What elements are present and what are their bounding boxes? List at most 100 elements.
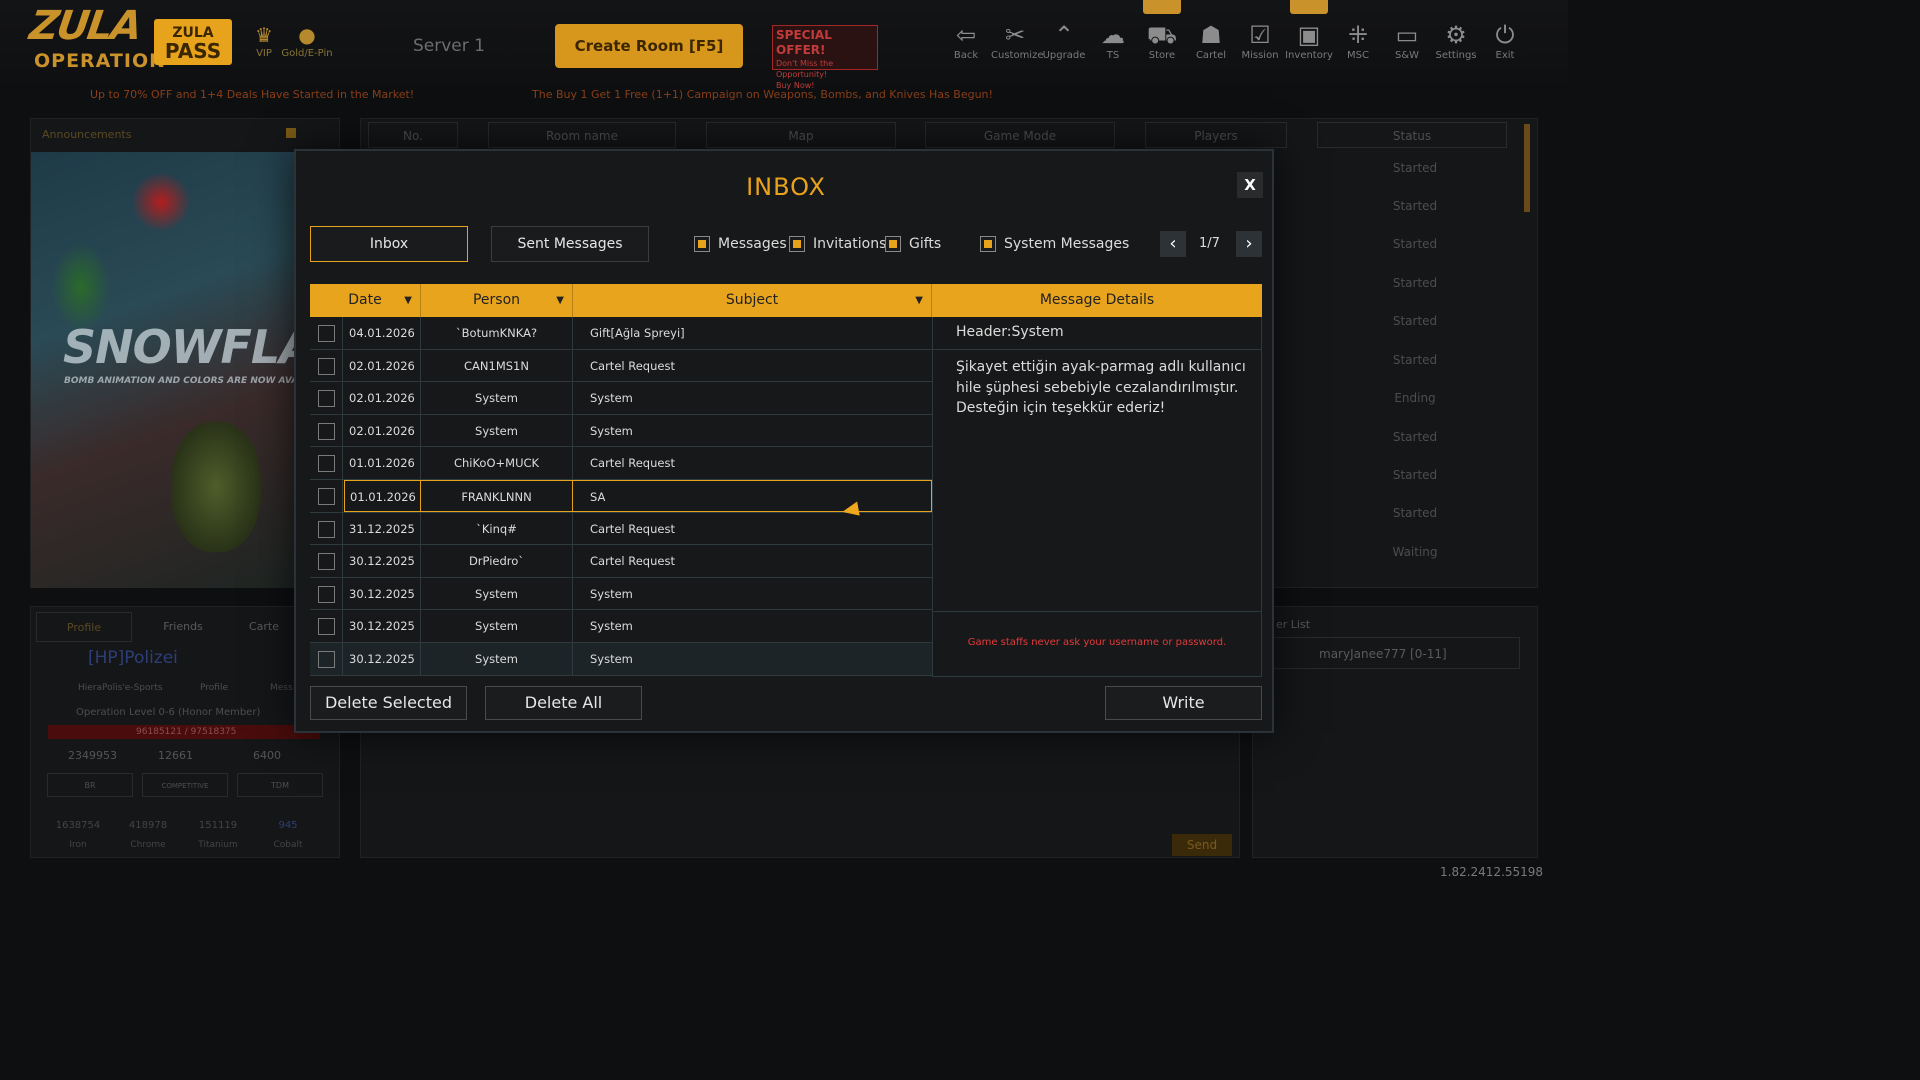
row-checkbox[interactable] <box>317 520 335 538</box>
tab-profile[interactable]: Profile <box>36 612 132 642</box>
row-checkbox-cell[interactable] <box>310 577 343 610</box>
filter-invitations[interactable]: Invitations <box>789 235 886 253</box>
row-checkbox[interactable] <box>317 455 335 473</box>
row-checkbox[interactable] <box>317 618 335 636</box>
sort-down-icon[interactable]: ▼ <box>556 284 564 317</box>
inbox-row[interactable]: 30.12.2025 DrPiedro` Cartel Request <box>310 545 932 578</box>
room-col-players[interactable]: Players <box>1145 122 1287 148</box>
row-checkbox[interactable] <box>317 585 335 603</box>
clan-name[interactable]: HieraPolis'e-Sports <box>78 683 162 693</box>
row-subject: Cartel Request <box>590 456 675 471</box>
room-status: Ending <box>1394 391 1436 405</box>
delete-selected-button[interactable]: Delete Selected <box>310 686 467 720</box>
row-checkbox-cell[interactable] <box>310 643 343 675</box>
friend-entry[interactable]: maryJanee777 [0-11] <box>1262 637 1520 669</box>
prev-page-button[interactable]: ‹ <box>1160 231 1186 257</box>
system-messages-checkbox[interactable] <box>980 236 996 252</box>
room-col-map[interactable]: Map <box>706 122 896 148</box>
zula-pass-button[interactable]: ZULA PASS <box>154 19 232 65</box>
row-checkbox-cell[interactable] <box>310 349 343 382</box>
delete-all-button[interactable]: Delete All <box>485 686 642 720</box>
room-col-no[interactable]: No. <box>368 122 458 148</box>
message-small-button[interactable]: Mess <box>270 683 293 693</box>
tab-inbox[interactable]: Inbox <box>310 226 468 262</box>
filter-system-messages[interactable]: System Messages <box>980 235 1129 253</box>
vip-button[interactable]: ♛ VIP <box>250 22 278 59</box>
nav-inventory[interactable]: ▣ Inventory <box>1285 20 1333 61</box>
close-button[interactable]: X <box>1237 172 1263 198</box>
inbox-row[interactable]: 30.12.2025 System System <box>310 610 932 643</box>
room-col-status[interactable]: Status <box>1317 122 1507 148</box>
nav-ts[interactable]: ☁ TS <box>1089 20 1137 61</box>
inbox-row[interactable]: 02.01.2026 CAN1MS1N Cartel Request <box>310 349 932 383</box>
row-checkbox[interactable] <box>317 325 335 342</box>
inbox-row[interactable]: 02.01.2026 System System <box>310 382 932 415</box>
tab-cartel[interactable]: Carte <box>234 612 294 642</box>
col-person[interactable]: Person ▼ <box>421 284 573 317</box>
nav-label: Back <box>953 50 979 61</box>
row-checkbox[interactable] <box>317 390 335 408</box>
nav-settings[interactable]: ⚙ Settings <box>1432 20 1480 61</box>
inbox-row[interactable]: 30.12.2025 System System <box>310 643 932 676</box>
nav-sw[interactable]: ▭ S&W <box>1383 20 1431 61</box>
row-checkbox-cell[interactable] <box>310 545 343 578</box>
tab-friends[interactable]: Friends <box>134 612 232 642</box>
row-checkbox[interactable] <box>317 422 335 440</box>
messages-checkbox[interactable] <box>694 236 710 252</box>
nav-mission[interactable]: ☑ Mission <box>1236 20 1284 61</box>
write-button[interactable]: Write <box>1105 686 1262 720</box>
gifts-checkbox[interactable] <box>885 236 901 252</box>
mode-competitive-button[interactable]: COMPETITIVE <box>142 773 228 797</box>
row-checkbox-cell[interactable] <box>310 317 343 349</box>
filter-gifts[interactable]: Gifts <box>885 235 941 253</box>
nav-msc[interactable]: ⁜ MSC <box>1334 20 1382 61</box>
nav-customize[interactable]: ✂ Customize <box>991 20 1044 61</box>
tab-sent-messages[interactable]: Sent Messages <box>491 226 649 262</box>
row-checkbox-cell[interactable] <box>310 512 343 545</box>
row-checkbox[interactable] <box>317 488 335 505</box>
row-checkbox-cell[interactable] <box>310 610 343 643</box>
row-date: 30.12.2025 <box>344 610 421 643</box>
inbox-row-highlighted[interactable]: 01.01.2026 FRANKLNNN SA <box>310 480 932 513</box>
row-checkbox-cell[interactable] <box>310 382 343 415</box>
mode-br-button[interactable]: BR <box>47 773 133 797</box>
nav-store[interactable]: ⛟ Store <box>1138 20 1186 61</box>
row-checkbox[interactable] <box>317 651 335 668</box>
nav-exit[interactable]: ⏻ Exit <box>1481 20 1529 61</box>
special-offer-sub: Don't Miss the Opportunity! <box>776 59 834 79</box>
inbox-row[interactable]: 30.12.2025 System System <box>310 577 932 611</box>
create-room-button[interactable]: Create Room [F5] <box>555 24 743 68</box>
next-page-button[interactable]: › <box>1236 231 1262 257</box>
inbox-row[interactable]: 01.01.2026 ChiKoO+MUCK Cartel Request <box>310 447 932 480</box>
sort-down-icon[interactable]: ▼ <box>404 284 412 317</box>
gold-epin-button[interactable]: ● Gold/E-Pin <box>280 22 334 59</box>
rank-cobalt-label: Cobalt <box>273 840 303 850</box>
col-date[interactable]: Date ▼ <box>310 284 421 317</box>
inbox-row[interactable]: 04.01.2026 `BotumKNKA? Gift[Ağla Spreyi] <box>310 317 932 350</box>
row-checkbox-cell[interactable] <box>310 480 343 512</box>
inbox-row[interactable]: 02.01.2026 System System <box>310 414 932 448</box>
row-checkbox-cell[interactable] <box>310 447 343 480</box>
invitations-checkbox[interactable] <box>789 236 805 252</box>
announcement-indicator[interactable] <box>286 128 296 138</box>
nav-back[interactable]: ⇦ Back <box>942 20 990 61</box>
gold-coin-icon: ● <box>298 23 316 47</box>
sort-down-icon[interactable]: ▼ <box>915 284 923 317</box>
col-subject[interactable]: Subject ▼ <box>573 284 932 317</box>
row-checkbox-cell[interactable] <box>310 414 343 447</box>
nav-cartel[interactable]: ☗ Cartel <box>1187 20 1235 61</box>
row-checkbox[interactable] <box>317 553 335 571</box>
room-col-name[interactable]: Room name <box>488 122 676 148</box>
nav-upgrade[interactable]: ⌃ Upgrade <box>1040 20 1088 61</box>
room-list-scrollbar[interactable] <box>1524 124 1530 212</box>
mode-tdm-button[interactable]: TDM <box>237 773 323 797</box>
row-checkbox[interactable] <box>317 357 335 375</box>
server-label[interactable]: Server 1 <box>413 36 485 56</box>
filter-messages[interactable]: Messages <box>694 235 787 253</box>
room-col-mode[interactable]: Game Mode <box>925 122 1115 148</box>
send-button[interactable]: Send <box>1172 834 1232 856</box>
special-offer-banner[interactable]: SPECIAL OFFER! Don't Miss the Opportunit… <box>772 25 878 90</box>
inbox-row[interactable]: 31.12.2025 `Kinq# Cartel Request <box>310 512 932 546</box>
profile-small-button[interactable]: Profile <box>200 683 228 693</box>
filter-label: Invitations <box>813 236 887 252</box>
